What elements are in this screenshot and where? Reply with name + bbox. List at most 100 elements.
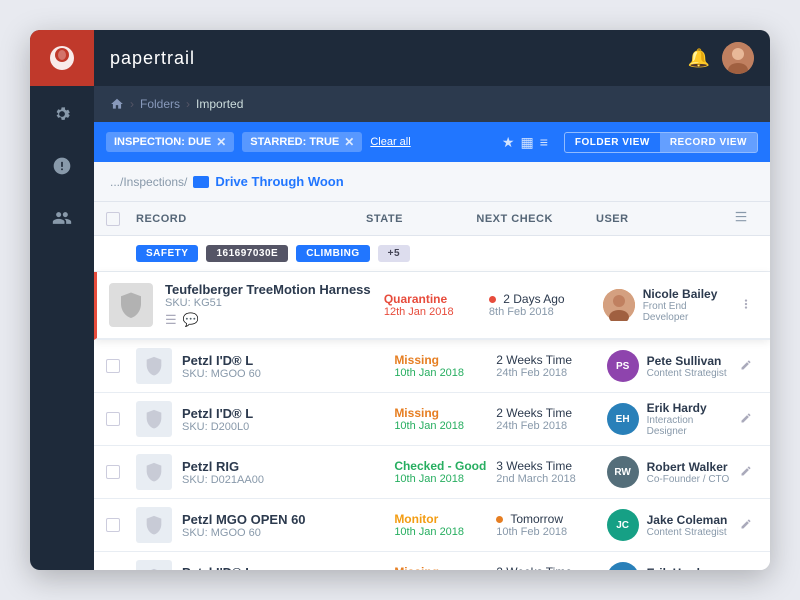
row-action[interactable]	[734, 464, 758, 480]
state-label: Missing	[394, 565, 496, 570]
row-checkbox[interactable]	[106, 465, 120, 479]
state-label: Missing	[394, 353, 496, 367]
row-checkbox[interactable]	[106, 518, 120, 532]
next-time: 2 Weeks Time	[496, 565, 606, 570]
filter-chip-starred[interactable]: STARRED: TRUE ✕	[242, 132, 362, 152]
highlighted-record-sku: SKU: KG51	[165, 297, 384, 309]
highlighted-record-user: Nicole Bailey Front End Developer	[603, 287, 734, 323]
state-date: 10th Jan 2018	[394, 473, 496, 485]
record-user: PS Pete Sullivan Content Strategist	[607, 350, 734, 382]
row-checkbox-wrap	[106, 359, 136, 373]
remove-inspection-filter-icon[interactable]: ✕	[216, 135, 226, 149]
user-name: Erik Hardy	[647, 401, 734, 415]
filter-bar: INSPECTION: DUE ✕ STARRED: TRUE ✕ Clear …	[94, 122, 770, 162]
record-state: Missing 10th Jan 2018	[394, 353, 496, 379]
state-label: Missing	[394, 406, 496, 420]
header-state: State	[366, 213, 476, 225]
next-time: 2 Weeks Time	[496, 353, 606, 367]
topnav: papertrail 🔔	[94, 30, 770, 86]
record-next: 3 Weeks Time 2nd March 2018	[496, 459, 606, 485]
folder-name-link[interactable]: Drive Through Woon	[215, 174, 343, 189]
user-avatar: PS	[607, 350, 639, 382]
record-thumb-sm	[136, 348, 172, 384]
table-row: Petzl I'D® L SKU: D200L0 Missing 10th Ja…	[94, 393, 770, 446]
sidebar-logo[interactable]	[30, 30, 94, 86]
record-next: 2 Weeks Time 24th Feb 2018	[496, 406, 606, 432]
notification-bell-icon[interactable]: 🔔	[688, 48, 710, 69]
select-all-checkbox[interactable]	[106, 212, 120, 226]
sidebar-item-settings[interactable]	[30, 90, 94, 138]
user-title: Interaction Designer	[647, 415, 734, 437]
record-view-button[interactable]: RECORD VIEW	[660, 133, 757, 152]
remove-starred-filter-icon[interactable]: ✕	[344, 135, 354, 149]
user-info: Erik Hardy Interaction	[647, 566, 707, 571]
state-date: 10th Jan 2018	[394, 526, 496, 538]
record-name: Petzl RIG	[182, 459, 394, 474]
record-info: Petzl I'D® L SKU: D200L0	[182, 565, 394, 571]
breadcrumb-folders[interactable]: Folders	[140, 97, 180, 111]
tag-id: 161697030E	[206, 245, 288, 262]
grid-icon[interactable]: ▦	[520, 134, 533, 151]
record-name: Petzl MGO OPEN 60	[182, 512, 394, 527]
list-detail-icon[interactable]: ☰	[165, 312, 177, 328]
user-avatar[interactable]	[722, 42, 754, 74]
header-record: Record	[136, 213, 366, 225]
record-thumb-sm	[136, 560, 172, 570]
record-sku: SKU: D200L0	[182, 421, 394, 433]
content-area[interactable]: SAFETY 161697030E CLIMBING +5 Teufelberg…	[94, 236, 770, 570]
user-name: Robert Walker	[647, 460, 730, 474]
header-user: User	[596, 213, 734, 225]
user-title: Content Strategist	[647, 368, 727, 379]
record-name: Petzl I'D® L	[182, 406, 394, 421]
row-checkbox[interactable]	[106, 359, 120, 373]
user-info: Jake Coleman Content Strategist	[647, 513, 728, 538]
record-sku: SKU: MGOO 60	[182, 527, 394, 539]
row-checkbox[interactable]	[106, 412, 120, 426]
next-time: 3 Weeks Time	[496, 459, 606, 473]
record-next: 2 Weeks Time 24th Feb 2018	[496, 353, 606, 379]
header-next-check: Next Check	[476, 213, 596, 225]
row-action[interactable]	[734, 358, 758, 374]
record-info: Petzl I'D® L SKU: D200L0	[182, 406, 394, 433]
row-action[interactable]	[734, 411, 758, 427]
main-area: papertrail 🔔 › Folders › Imported	[94, 30, 770, 570]
list-icon[interactable]: ≡	[540, 134, 548, 150]
star-icon[interactable]: ★	[502, 134, 515, 151]
record-user: RW Robert Walker Co-Founder / CTO	[607, 456, 734, 488]
record-user: EH Erik Hardy Interaction	[607, 562, 734, 570]
next-date: 10th Feb 2018	[496, 526, 606, 538]
sidebar-item-billing[interactable]	[30, 142, 94, 190]
highlighted-record-next: 2 Days Ago 8th Feb 2018	[489, 292, 603, 318]
record-user: JC Jake Coleman Content Strategist	[607, 509, 734, 541]
record-name: Petzl I'D® L	[182, 353, 394, 368]
sidebar-item-users[interactable]	[30, 194, 94, 242]
record-info: Petzl MGO OPEN 60 SKU: MGOO 60	[182, 512, 394, 539]
record-name: Petzl I'D® L	[182, 565, 394, 571]
record-state: Monitor 10th Jan 2018	[394, 512, 496, 538]
user-info: Erik Hardy Interaction Designer	[647, 401, 734, 437]
highlighted-record-state: Quarantine 12th Jan 2018	[384, 292, 489, 318]
folder-path: .../Inspections/ Drive Through Woon	[94, 162, 770, 202]
record-info: Petzl RIG SKU: D021AA00	[182, 459, 394, 486]
next-date: 2nd March 2018	[496, 473, 606, 485]
urgency-dot-icon	[489, 296, 496, 303]
highlighted-record-row: Teufelberger TreeMotion Harness SKU: KG5…	[94, 272, 770, 340]
tag-more: +5	[378, 245, 410, 262]
row-action[interactable]	[734, 517, 758, 533]
state-label: Checked - Good	[394, 459, 496, 473]
header-check	[106, 212, 136, 226]
comment-icon[interactable]: 💬	[183, 312, 199, 328]
header-actions	[734, 209, 758, 228]
highlighted-user-name: Nicole Bailey	[643, 287, 734, 301]
next-time: 2 Days Ago	[489, 292, 603, 306]
table-header: Record State Next Check User	[94, 202, 770, 236]
user-avatar: JC	[607, 509, 639, 541]
highlighted-row-action[interactable]	[734, 297, 758, 314]
clear-all-filters[interactable]: Clear all	[370, 136, 410, 148]
next-date: 24th Feb 2018	[496, 367, 606, 379]
record-user: EH Erik Hardy Interaction Designer	[607, 401, 734, 437]
record-info: Petzl I'D® L SKU: MGOO 60	[182, 353, 394, 380]
breadcrumb-imported[interactable]: Imported	[196, 97, 243, 111]
folder-view-button[interactable]: FOLDER VIEW	[565, 133, 660, 152]
filter-chip-inspection[interactable]: INSPECTION: DUE ✕	[106, 132, 234, 152]
